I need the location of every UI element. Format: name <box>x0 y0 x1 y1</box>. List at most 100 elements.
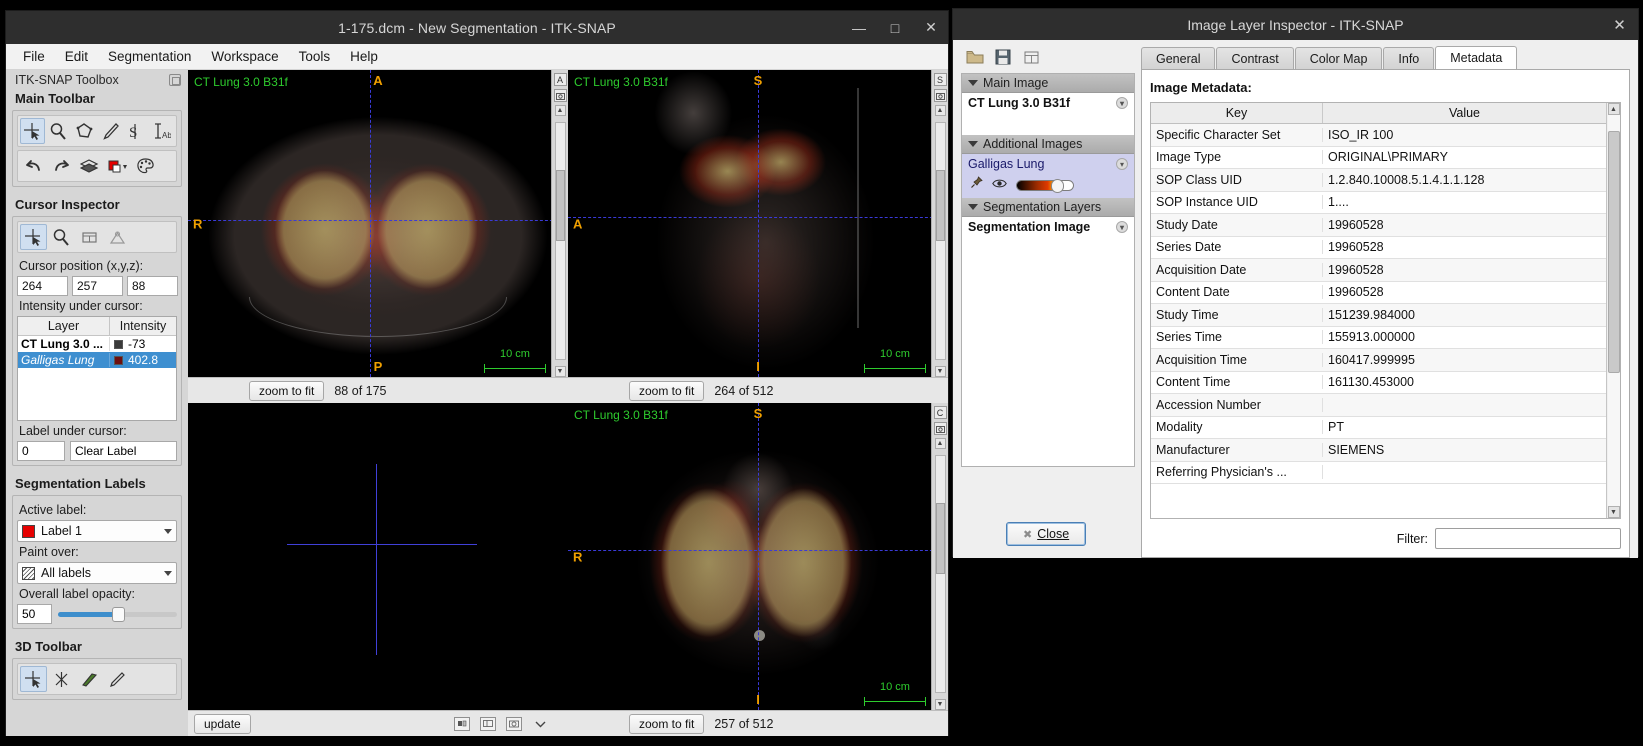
cursor-mode-icon[interactable] <box>20 224 47 250</box>
sagittal-zoom-to-fit-button[interactable]: zoom to fit <box>629 380 705 401</box>
axial-layout-icon[interactable]: A <box>553 73 567 86</box>
menu-help[interactable]: Help <box>341 46 387 67</box>
redo-icon[interactable] <box>48 153 75 179</box>
coronal-scroll-up[interactable]: ▲ <box>934 438 946 449</box>
table-row[interactable]: Image Type ORIGINAL\PRIMARY <box>1151 147 1606 169</box>
three-d-mesh-icon[interactable] <box>454 716 470 731</box>
undo-icon[interactable] <box>20 153 47 179</box>
paintbrush-tool-icon[interactable] <box>98 118 123 144</box>
intensity-table[interactable]: Layer Intensity CT Lung 3.0 ... -73 Gall… <box>17 316 177 421</box>
axial-screenshot-icon[interactable] <box>553 89 567 102</box>
grid-icon[interactable] <box>76 224 103 250</box>
metadata-table[interactable]: Key Value Specific Character Set ISO_IR 1… <box>1151 103 1606 518</box>
zoom-pan-tool-icon[interactable] <box>46 118 71 144</box>
sagittal-scroll-down[interactable]: ▼ <box>934 366 946 377</box>
metadata-scroll-down[interactable]: ▼ <box>1607 506 1620 518</box>
coronal-zoom-to-fit-button[interactable]: zoom to fit <box>629 713 705 734</box>
axial-canvas[interactable]: CT Lung 3.0 B31f A P R L 10 cm A <box>188 70 568 377</box>
layer-opacity-knob[interactable] <box>1050 178 1064 193</box>
sagittal-layout-icon[interactable]: S <box>933 73 947 86</box>
maximize-button[interactable]: □ <box>886 19 904 37</box>
layer-group-segmentation-layers[interactable]: Segmentation Layers <box>962 198 1134 217</box>
layer-table-icon[interactable] <box>1021 48 1041 66</box>
tab-info[interactable]: Info <box>1383 47 1435 70</box>
tab-color-map[interactable]: Color Map <box>1294 47 1383 70</box>
cursor-x-input[interactable] <box>17 276 68 296</box>
coronal-canvas[interactable]: CT Lung 3.0 B31f S I R L 10 cm C <box>568 403 948 710</box>
table-row[interactable]: Content Date 19960528 <box>1151 282 1606 304</box>
sagittal-canvas[interactable]: CT Lung 3.0 B31f S I A P 10 cm S <box>568 70 948 377</box>
table-row[interactable]: Modality PT <box>1151 417 1606 439</box>
label-color-icon[interactable] <box>104 153 131 179</box>
metadata-scroll-up[interactable]: ▲ <box>1607 103 1620 115</box>
table-row[interactable]: Content Time 161130.453000 <box>1151 372 1606 394</box>
metadata-scrollbar[interactable]: ▲ ▼ <box>1606 103 1620 518</box>
tab-contrast[interactable]: Contrast <box>1216 47 1294 70</box>
axial-scroll-thumb[interactable] <box>555 170 565 241</box>
scalpel-3d-icon[interactable] <box>76 666 103 692</box>
tab-general[interactable]: General <box>1141 47 1216 70</box>
sagittal-screenshot-icon[interactable] <box>933 89 947 102</box>
layers-icon[interactable] <box>76 153 103 179</box>
sagittal-scrollbar[interactable] <box>934 122 946 360</box>
crosshair-3d-icon[interactable] <box>20 666 47 692</box>
menu-workspace[interactable]: Workspace <box>202 46 287 67</box>
table-row[interactable]: Series Date 19960528 <box>1151 237 1606 259</box>
axial-scrollbar[interactable] <box>554 122 566 360</box>
axial-zoom-to-fit-button[interactable]: zoom to fit <box>249 380 325 401</box>
layer-menu-chevron-icon[interactable]: ▾ <box>1116 158 1128 170</box>
palette-icon[interactable] <box>132 153 159 179</box>
coronal-scroll-thumb[interactable] <box>935 503 945 574</box>
layer-group-additional-images[interactable]: Additional Images <box>962 135 1134 154</box>
table-row[interactable]: Galligas Lung 402.8 <box>18 352 176 368</box>
layer-menu-chevron-icon[interactable]: ▾ <box>1116 221 1128 233</box>
annotation-tool-icon[interactable]: Ab <box>149 118 174 144</box>
minimize-button[interactable]: — <box>850 19 868 37</box>
menu-tools[interactable]: Tools <box>290 46 340 67</box>
label-name-field[interactable]: Clear Label <box>70 441 177 461</box>
filter-input[interactable] <box>1435 528 1621 549</box>
layer-item-galligas-lung[interactable]: Galligas Lung ▾ <box>962 154 1134 174</box>
table-row[interactable]: CT Lung 3.0 ... -73 <box>18 336 176 352</box>
three-d-canvas[interactable] <box>188 403 568 710</box>
active-label-dropdown[interactable]: Label 1 <box>17 520 177 542</box>
opacity-slider-knob[interactable] <box>111 606 125 622</box>
cursor-y-input[interactable] <box>72 276 123 296</box>
metadata-scroll-track[interactable] <box>1607 115 1620 506</box>
coronal-scrollbar[interactable] <box>934 455 946 693</box>
cursor-z-input[interactable] <box>127 276 178 296</box>
three-d-menu-chevron-icon[interactable] <box>532 717 548 731</box>
close-button[interactable]: ✖ Close <box>1006 522 1087 546</box>
update-button[interactable]: update <box>194 713 251 734</box>
pin-icon[interactable] <box>970 176 983 194</box>
metadata-scroll-thumb[interactable] <box>1607 130 1620 374</box>
three-d-screenshot-icon[interactable] <box>506 716 522 731</box>
crosshair-tool-icon[interactable] <box>20 118 45 144</box>
table-row[interactable]: Study Date 19960528 <box>1151 214 1606 237</box>
paint-over-dropdown[interactable]: All labels <box>17 562 177 584</box>
table-row[interactable]: SOP Instance UID 1.... <box>1151 192 1606 214</box>
table-row[interactable]: Manufacturer SIEMENS <box>1151 439 1606 462</box>
opacity-slider[interactable] <box>58 606 177 622</box>
menu-edit[interactable]: Edit <box>56 46 97 67</box>
sagittal-scroll-thumb[interactable] <box>935 170 945 241</box>
menu-segmentation[interactable]: Segmentation <box>99 46 200 67</box>
coronal-scroll-down[interactable]: ▼ <box>934 699 946 710</box>
layer-menu-chevron-icon[interactable]: ▾ <box>1116 97 1128 109</box>
broadcast-icon[interactable] <box>104 224 131 250</box>
layer-item-segmentation-image[interactable]: Segmentation Image ▾ <box>962 217 1134 237</box>
coronal-layout-icon[interactable]: C <box>933 406 947 419</box>
close-button[interactable]: ✕ <box>922 19 940 37</box>
table-row[interactable]: Referring Physician's ... <box>1151 462 1606 484</box>
trackball-3d-icon[interactable] <box>48 666 75 692</box>
layer-tree[interactable]: Main Image CT Lung 3.0 B31f ▾ Additional… <box>961 73 1135 467</box>
table-row[interactable]: Acquisition Date 19960528 <box>1151 259 1606 282</box>
spray-3d-icon[interactable] <box>104 666 131 692</box>
magnifier-icon[interactable] <box>48 224 75 250</box>
table-row[interactable]: Series Time 155913.000000 <box>1151 327 1606 349</box>
table-row[interactable]: Study Time 151239.984000 <box>1151 304 1606 327</box>
undock-icon[interactable] <box>169 74 181 86</box>
save-icon[interactable] <box>993 48 1013 66</box>
snake-tool-icon[interactable]: S <box>123 118 148 144</box>
label-id-input[interactable] <box>17 441 65 461</box>
